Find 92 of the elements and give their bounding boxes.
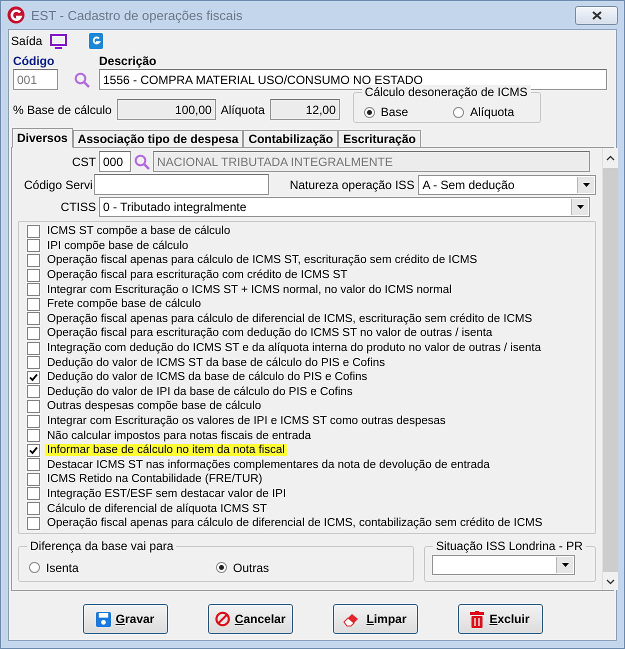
group-title: Situação ISS Londrina - PR	[433, 539, 586, 554]
option-label: Frete compõe base de cálculo	[46, 298, 202, 310]
field-label: CST	[71, 154, 96, 168]
scrollbar-thumb[interactable]	[603, 168, 618, 572]
app-logo-icon	[7, 6, 25, 24]
option-label: Dedução do valor de ICMS da base de cálculo do PIS e Cofins	[46, 371, 368, 384]
checkbox[interactable]	[27, 326, 40, 340]
tab[interactable]: Associação tipo de despesa	[72, 130, 244, 148]
checkbox[interactable]	[27, 283, 40, 296]
iss-dropdown[interactable]	[432, 555, 575, 576]
delete-button[interactable]: Excluir	[458, 604, 542, 634]
window-title: EST - Cadastro de operações fiscais	[31, 8, 244, 22]
option-label: Operação fiscal para escrituração com crédito de ICMS ST	[46, 269, 348, 282]
field-label: Descrição	[99, 54, 158, 68]
option-label: Operação fiscal apenas para cálculo de diferencial de ICMS, contabilização sem crédito de ICMS	[46, 517, 544, 530]
search-icon[interactable]	[134, 154, 150, 170]
code-field[interactable]: 001	[13, 69, 58, 90]
option-label: ICMS ST compõe a base de cálculo	[46, 225, 232, 238]
checkbox[interactable]	[27, 356, 40, 370]
field-label: Natureza operação ISS	[290, 178, 414, 192]
checkbox[interactable]	[27, 224, 40, 238]
checkbox[interactable]	[27, 268, 40, 282]
trash-icon	[470, 610, 484, 628]
tab[interactable]: Escrituração	[338, 130, 421, 148]
checkbox[interactable]	[27, 254, 40, 267]
option-label: Operação fiscal apenas para cálculo de diferencial de ICMS, escrituração sem crédito de ICMS	[46, 312, 534, 325]
checkbox[interactable]	[27, 429, 40, 442]
checkbox[interactable]	[27, 487, 40, 500]
checkbox[interactable]	[27, 370, 40, 384]
cst-field[interactable]: 000	[99, 151, 131, 172]
field-label: Alíquota	[220, 102, 265, 116]
checkbox[interactable]	[27, 385, 40, 398]
option-label: Operação fiscal para escrituração com dedução do ICMS ST no valor de outras / isenta	[46, 327, 494, 340]
option-label: Dedução do valor de ICMS ST da base de cálculo do PIS e Cofins	[46, 356, 386, 369]
option-label: Informar base de cálculo no item da nota fiscal	[45, 444, 287, 456]
option-label: Outras despesas compõe base de cálculo	[46, 400, 262, 412]
cst-description-field: NACIONAL TRIBUTADA INTEGRALMENTE	[153, 151, 590, 172]
checkbox[interactable]	[27, 312, 40, 326]
option-label: Integração EST/ESF sem destacar valor de IPI	[46, 488, 288, 500]
option-label: Integrar com Escrituração os valores de IPI e ICMS ST como outras despesas	[46, 415, 447, 428]
checkbox[interactable]	[27, 414, 40, 428]
radio-button[interactable]	[29, 562, 40, 574]
nature-dropdown[interactable]: A - Sem dedução	[418, 174, 596, 194]
checkbox[interactable]	[27, 458, 40, 472]
checkbox[interactable]	[27, 342, 40, 355]
field-label: % Base de cálculo	[13, 102, 112, 116]
monitor-icon[interactable]	[50, 34, 68, 48]
checkbox[interactable]	[27, 298, 40, 311]
dropdown-arrow-icon	[582, 182, 590, 186]
base-field[interactable]: 100,00	[116, 99, 216, 120]
dropdown-arrow-icon	[576, 205, 584, 209]
radio-label: Base	[380, 105, 408, 119]
close-icon	[592, 10, 602, 20]
save-button[interactable]: Gravar	[82, 604, 168, 634]
option-label: Integrar com Escrituração o ICMS ST + ICMS normal, no valor do ICMS normal	[46, 284, 453, 296]
cancel-button[interactable]: Cancelar	[208, 604, 292, 634]
option-label: Não calcular impostos para notas fiscais de entrada	[46, 430, 312, 442]
checkbox[interactable]	[27, 444, 40, 457]
search-icon[interactable]	[74, 72, 90, 88]
radio-label: Alíquota	[470, 105, 514, 119]
tab[interactable]: Contabilização	[243, 130, 338, 148]
group-title: Diferença da base vai para	[27, 539, 176, 554]
checkbox[interactable]	[27, 516, 40, 530]
checkbox[interactable]	[27, 239, 40, 252]
option-label: Operação fiscal apenas para cálculo de ICMS ST, escrituração sem crédito de ICMS	[46, 254, 478, 266]
field-label: Código Servi	[23, 178, 93, 192]
clear-button[interactable]: Limpar	[332, 604, 418, 634]
service-code-field[interactable]	[94, 174, 269, 195]
tab[interactable]: Diversos	[12, 128, 73, 148]
radio-button[interactable]	[216, 562, 227, 574]
radio-label: Outras	[233, 560, 270, 575]
radio-button[interactable]	[453, 106, 464, 118]
rate-field[interactable]: 12,00	[270, 99, 340, 120]
option-label: Dedução do valor de IPI da base de cálculo do PIS e Cofins	[46, 386, 354, 398]
option-label: Destacar ICMS ST nas informações complementares da nota de devolução de entrada	[46, 458, 491, 471]
ctiss-dropdown[interactable]: 0 - Tributado integralmente	[99, 197, 590, 217]
checkbox[interactable]	[27, 502, 40, 516]
option-label: Cálculo de diferencial de alíquota ICMS ST	[46, 502, 268, 515]
checkbox[interactable]	[27, 400, 40, 413]
field-label: Código	[13, 54, 56, 68]
radio-button[interactable]	[364, 106, 375, 118]
option-label: ICMS Retido na Contabilidade (FRE/TUR)	[46, 473, 264, 486]
toolbar-label: Saída	[11, 34, 42, 48]
checkbox[interactable]	[27, 472, 40, 486]
option-label: Integração com dedução do ICMS ST e da alíquota interna do produto no valor de outras / isenta	[46, 342, 542, 354]
group-title: Cálculo desoneração de ICMS	[362, 85, 531, 99]
option-label: IPI compõe base de cálculo	[46, 240, 190, 252]
dropdown-arrow-icon	[562, 563, 568, 568]
close-button[interactable]	[575, 6, 618, 24]
field-label: CTISS	[60, 200, 96, 214]
no-entry-icon	[214, 611, 230, 627]
radio-label: Isenta	[46, 560, 79, 575]
